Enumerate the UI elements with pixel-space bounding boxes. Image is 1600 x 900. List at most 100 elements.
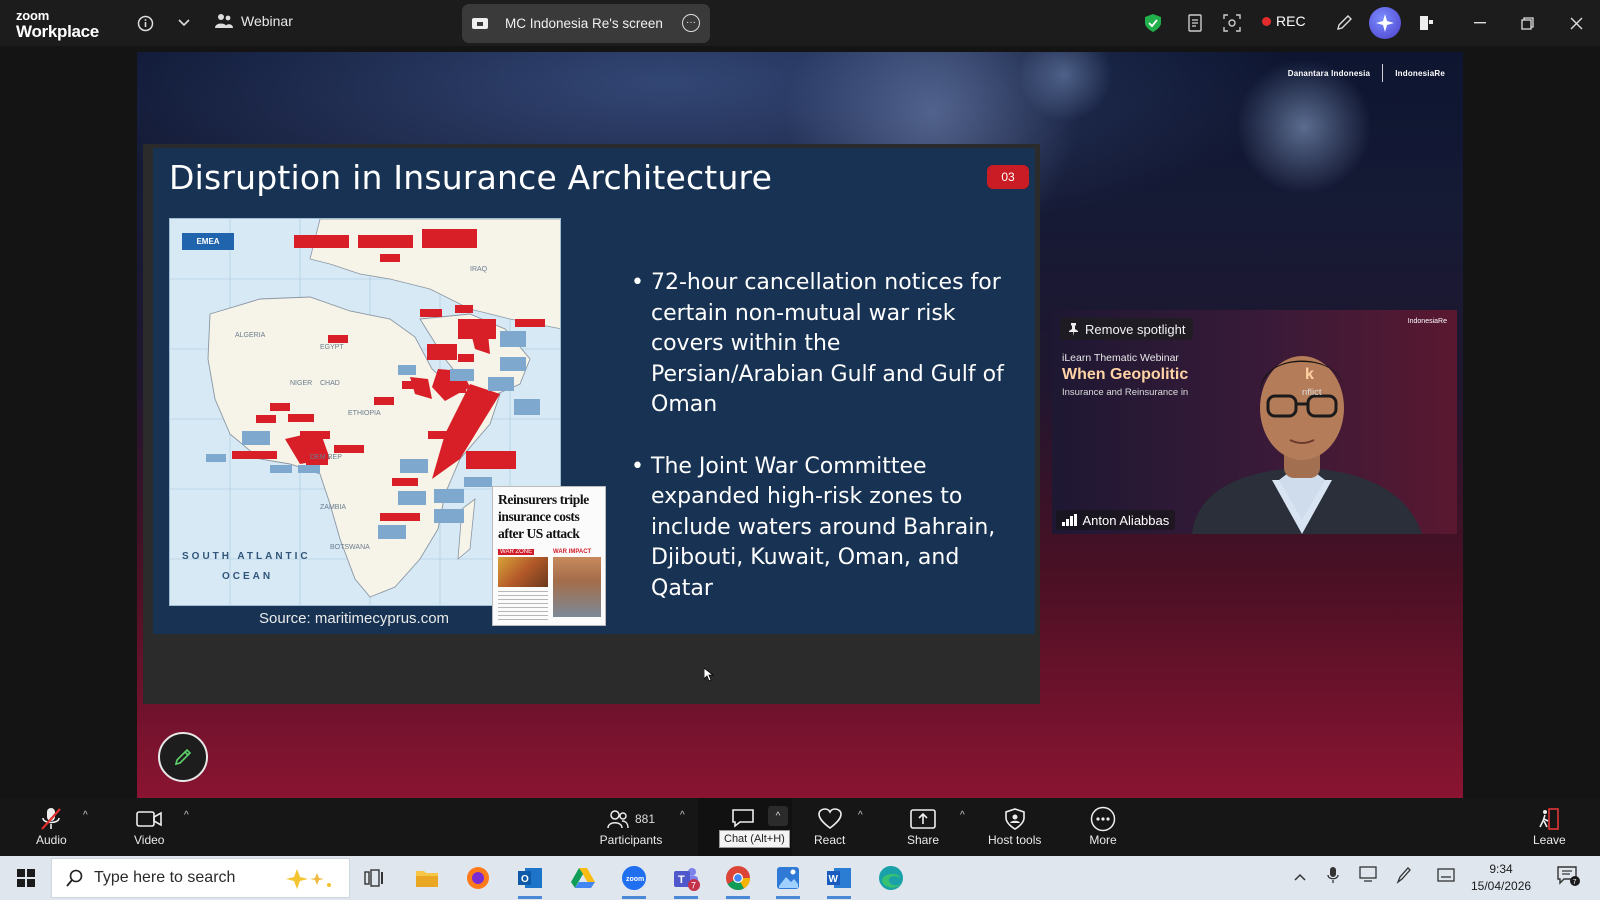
leave-button[interactable]: Leave — [1533, 806, 1566, 847]
tray-microphone-icon[interactable] — [1327, 866, 1339, 889]
webinar-indicator[interactable]: Webinar — [215, 13, 293, 29]
react-options-caret-icon[interactable]: ^ — [858, 810, 863, 821]
news-label-war-zone: WAR ZONE — [498, 549, 535, 555]
bullet-item: 72-hour cancellation notices for certain… — [631, 268, 1011, 421]
task-view-icon[interactable] — [358, 862, 390, 894]
slide-number-badge: 03 — [987, 165, 1029, 189]
captions-icon[interactable] — [1184, 11, 1208, 35]
photos-icon[interactable] — [772, 862, 804, 899]
audio-options-caret-icon[interactable]: ^ — [83, 810, 88, 821]
share-options-caret-icon[interactable]: ^ — [960, 810, 965, 821]
participants-button[interactable]: 881 Participants — [596, 806, 666, 847]
svg-text:DEM REP: DEM REP — [310, 454, 342, 461]
host-tools-button[interactable]: Host tools — [988, 806, 1041, 847]
participants-icon: 881 — [596, 806, 666, 832]
restore-icon[interactable] — [1515, 11, 1539, 35]
spotlight-video-tile[interactable]: IndonesiaRe iLearn Thematic Webinar When… — [1052, 310, 1457, 534]
participant-name: Anton Aliabbas — [1082, 512, 1170, 528]
heart-icon — [816, 806, 844, 832]
label-algeria: ALGERIA — [235, 332, 266, 339]
more-label: More — [1089, 833, 1117, 847]
mic-muted-icon — [37, 806, 65, 832]
taskbar-search-box[interactable]: Type here to search — [51, 858, 350, 898]
recording-indicator[interactable]: REC — [1262, 13, 1306, 29]
encryption-shield-icon[interactable] — [1141, 11, 1165, 35]
chat-options-caret-icon[interactable]: ^ — [768, 806, 788, 826]
teams-badge: 7 — [691, 881, 696, 891]
map-region-tag: EMEA — [182, 233, 234, 250]
svg-text:IRAQ: IRAQ — [470, 266, 488, 273]
more-button[interactable]: More — [1089, 806, 1117, 847]
clock-time: 9:34 — [1489, 862, 1513, 876]
brand-indonesiare: IndonesiaRe — [1395, 68, 1445, 78]
sparkle-icon — [1376, 14, 1394, 32]
chrome-icon[interactable] — [722, 862, 754, 899]
notification-count: 7 — [1573, 879, 1577, 886]
leave-label: Leave — [1533, 833, 1566, 847]
news-photo-2 — [553, 557, 601, 617]
pencil-icon — [174, 748, 192, 766]
tray-display-icon[interactable] — [1359, 866, 1377, 887]
share-screen-icon — [909, 806, 937, 832]
logo-line-2: Workplace — [16, 22, 99, 41]
file-explorer-icon[interactable] — [411, 862, 443, 894]
participants-options-caret-icon[interactable]: ^ — [680, 810, 685, 821]
info-icon[interactable] — [133, 11, 157, 35]
video-button[interactable]: Video — [134, 806, 164, 847]
react-label: React — [814, 833, 846, 847]
word-icon[interactable]: W — [823, 862, 855, 899]
outlook-icon[interactable]: O — [514, 862, 546, 899]
focus-mode-icon[interactable] — [1220, 11, 1244, 35]
annotate-button[interactable] — [158, 732, 208, 782]
logo-line-1: zoom — [16, 8, 50, 23]
zoom-top-bar: zoom Workplace Webinar MC Indonesia Re's… — [0, 0, 1600, 46]
share-button[interactable]: Share — [907, 806, 939, 847]
map-ocean-label-2: OCEAN — [222, 571, 274, 582]
apps-icon[interactable] — [1415, 11, 1439, 35]
video-bg-line-3: Insurance and Reinsurance in — [1062, 387, 1189, 398]
windows-taskbar: Type here to search O zoom T7 W 9:34 15/… — [0, 856, 1600, 900]
edge-icon[interactable] — [875, 862, 907, 894]
notification-center-icon[interactable]: 7 — [1556, 865, 1580, 892]
chat-tooltip: Chat (Alt+H) — [719, 830, 790, 848]
video-bg-line-1: iLearn Thematic Webinar — [1062, 352, 1179, 364]
more-options-icon[interactable]: ··· — [682, 14, 700, 32]
ai-companion-button[interactable] — [1369, 7, 1401, 39]
signal-bars-icon — [1062, 514, 1077, 526]
windows-start-icon[interactable] — [10, 862, 42, 894]
host-shield-icon — [1001, 806, 1029, 832]
minimize-icon[interactable] — [1468, 11, 1492, 35]
video-bg-line-2: When Geopolitic — [1062, 366, 1189, 383]
close-icon[interactable] — [1564, 11, 1588, 35]
recording-dot-icon — [1262, 16, 1271, 26]
video-options-caret-icon[interactable]: ^ — [184, 810, 189, 821]
video-bg-line-3b: nflict — [1302, 387, 1322, 398]
react-button[interactable]: React — [814, 806, 845, 847]
tray-keyboard-icon[interactable] — [1437, 868, 1455, 887]
news-clipping: Reinsurers triple insurance costs after … — [492, 486, 606, 626]
teams-icon[interactable]: T7 — [670, 862, 702, 899]
webinar-label: Webinar — [241, 13, 293, 29]
remove-spotlight-button[interactable]: Remove spotlight — [1060, 318, 1194, 340]
zoom-workplace-logo: zoom Workplace — [16, 9, 99, 40]
shared-screen-tab[interactable]: MC Indonesia Re's screen ··· — [462, 4, 710, 43]
zoom-app-icon[interactable]: zoom — [618, 862, 650, 899]
taskbar-clock[interactable]: 9:34 15/04/2026 — [1471, 861, 1531, 895]
audio-button[interactable]: Audio — [36, 806, 67, 847]
presentation-slide: Disruption in Insurance Architecture 03 — [153, 148, 1035, 634]
google-drive-icon[interactable] — [567, 862, 599, 894]
share-label: Share — [907, 833, 940, 847]
svg-text:ETHIOPIA: ETHIOPIA — [348, 410, 381, 417]
tray-pen-icon[interactable] — [1396, 866, 1412, 889]
host-tools-label: Host tools — [988, 833, 1042, 847]
svg-text:BOTSWANA: BOTSWANA — [330, 544, 370, 551]
search-highlight-sparkle-icon — [286, 869, 331, 889]
mouse-cursor-icon — [704, 668, 714, 682]
show-hidden-icons-caret[interactable] — [1294, 868, 1306, 886]
news-photo-1 — [498, 557, 548, 587]
slide-title: Disruption in Insurance Architecture — [169, 158, 773, 197]
annotate-pen-icon[interactable] — [1332, 11, 1356, 35]
participants-count: 881 — [634, 812, 656, 826]
firefox-icon[interactable] — [462, 862, 494, 894]
chevron-down-icon[interactable] — [172, 11, 196, 35]
